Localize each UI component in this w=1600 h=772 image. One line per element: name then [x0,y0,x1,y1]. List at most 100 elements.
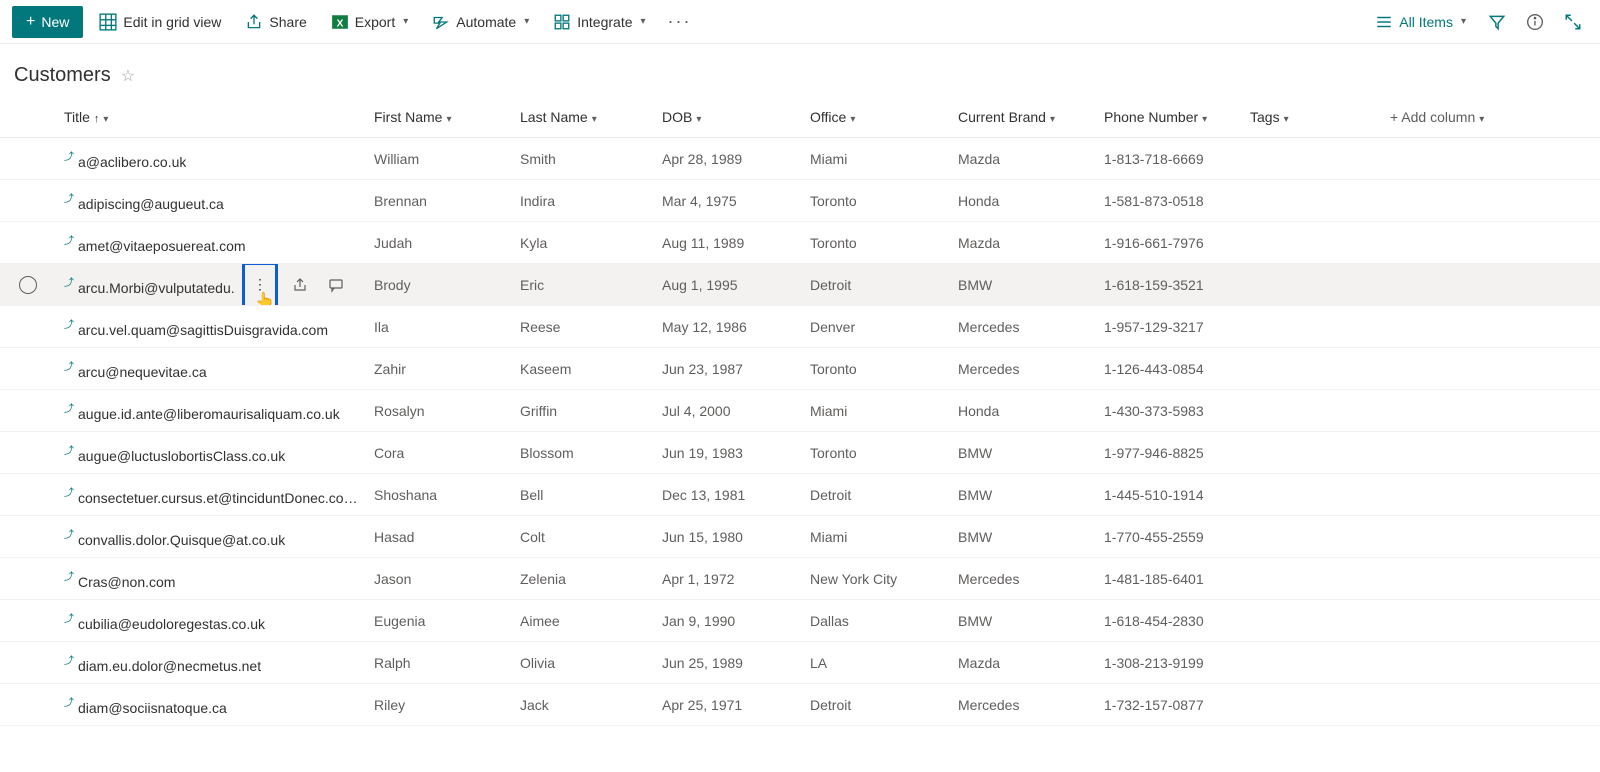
more-commands-button[interactable]: ··· [662,11,698,32]
column-header-brand[interactable]: Current Brand▾ [950,97,1096,138]
table-row[interactable]: ⤴arcu.Morbi@vulputatedu...⋮👆BrodyEricAug… [0,264,1600,306]
cell-dob: Apr 1, 1972 [654,558,802,600]
link-icon: ⤴ [64,148,74,163]
cell-dob: May 12, 1986 [654,306,802,348]
cell-title[interactable]: arcu@nequevitae.ca [78,364,207,380]
cell-title[interactable]: Cras@non.com [78,574,175,590]
column-header-last[interactable]: Last Name▾ [512,97,654,138]
cell-title[interactable]: amet@vitaeposuereat.com [78,238,246,254]
cell-title[interactable]: consectetuer.cursus.et@tinciduntDonec.co… [78,490,358,506]
cell-title[interactable]: arcu.vel.quam@sagittisDuisgravida.com [78,322,328,338]
table-row[interactable]: ⤴ arcu.vel.quam@sagittisDuisgravida.com Il… [0,306,1600,348]
row-select-radio[interactable] [19,276,37,294]
table-row[interactable]: ⤴Cras@non.comJasonZeleniaApr 1, 1972New … [0,558,1600,600]
cell-brand: Honda [950,390,1096,432]
info-button[interactable] [1520,9,1550,35]
cell-title[interactable]: augue.id.ante@liberomaurisaliquam.co.uk [78,406,340,422]
integrate-button[interactable]: Integrate ▾ [545,6,653,38]
cell-title[interactable]: adipiscing@augueut.ca [78,196,224,212]
table-row[interactable]: ⤴ consectetuer.cursus.et@tinciduntDonec.c… [0,474,1600,516]
edit-grid-button[interactable]: Edit in grid view [91,6,229,38]
column-header-tags[interactable]: Tags▾ [1242,97,1382,138]
cell-phone: 1-916-661-7976 [1096,222,1242,264]
cell-brand: BMW [950,264,1096,306]
cell-brand: BMW [950,474,1096,516]
column-header-phone[interactable]: Phone Number▾ [1096,97,1242,138]
table-row[interactable]: ⤴diam@sociisnatoque.caRileyJackApr 25, 1… [0,684,1600,726]
cell-last-name: Colt [512,516,654,558]
link-icon: ⤴ [64,316,74,331]
cell-title[interactable]: arcu.Morbi@vulputatedu... [78,280,242,296]
link-icon: ⤴ [64,484,74,499]
cell-phone: 1-481-185-6401 [1096,558,1242,600]
table-row[interactable]: ⤴convallis.dolor.Quisque@at.co.ukHasadCo… [0,516,1600,558]
table-row[interactable]: ⤴augue.id.ante@liberomaurisaliquam.co.uk… [0,390,1600,432]
cell-office: Detroit [802,474,950,516]
cell-dob: Jan 9, 1990 [654,600,802,642]
integrate-icon [553,13,571,31]
grid-icon [99,13,117,31]
cell-title[interactable]: convallis.dolor.Quisque@at.co.uk [78,532,285,548]
share-icon [245,13,263,31]
cell-first-name: Rosalyn [366,390,512,432]
link-icon: ⤴ [64,610,74,625]
cell-phone: 1-618-454-2830 [1096,600,1242,642]
automate-label: Automate [456,14,516,30]
table-row[interactable]: ⤴diam.eu.dolor@necmetus.netRalphOliviaJu… [0,642,1600,684]
expand-button[interactable] [1558,9,1588,35]
cell-first-name: Brennan [366,180,512,222]
filter-button[interactable] [1482,9,1512,35]
table-row[interactable]: ⤴adipiscing@augueut.caBrennanIndiraMar 4… [0,180,1600,222]
cell-phone: 1-957-129-3217 [1096,306,1242,348]
cell-title[interactable]: diam@sociisnatoque.ca [78,700,227,716]
export-button[interactable]: X Export ▾ [323,6,417,38]
row-more-button[interactable]: ⋮👆 [242,264,278,306]
cell-brand: Honda [950,180,1096,222]
share-button[interactable]: Share [237,6,314,38]
link-icon: ⤴ [64,274,74,289]
list-icon [1375,13,1393,31]
table-row[interactable]: ⤴arcu@nequevitae.caZahirKaseemJun 23, 19… [0,348,1600,390]
cell-last-name: Kaseem [512,348,654,390]
table-row[interactable]: ⤴a@aclibero.co.ukWilliamSmithApr 28, 198… [0,138,1600,180]
cell-title[interactable]: augue@luctuslobortisClass.co.uk [78,448,285,464]
column-headers: Title ↑▾ First Name▾ Last Name▾ DOB▾ Off… [0,97,1600,138]
cell-brand: Mercedes [950,558,1096,600]
cell-office: Toronto [802,432,950,474]
cell-last-name: Olivia [512,642,654,684]
new-button[interactable]: + New [12,6,83,38]
cell-office: New York City [802,558,950,600]
cell-office: Toronto [802,222,950,264]
row-comment-icon[interactable] [322,271,350,299]
cell-title[interactable]: a@aclibero.co.uk [78,154,186,170]
cell-dob: Jun 19, 1983 [654,432,802,474]
view-switcher[interactable]: All Items ▾ [1367,6,1474,38]
cell-title[interactable]: diam.eu.dolor@necmetus.net [78,658,261,674]
row-share-icon[interactable] [286,271,314,299]
cell-office: Detroit [802,684,950,726]
link-icon: ⤴ [64,526,74,541]
cell-phone: 1-308-213-9199 [1096,642,1242,684]
column-header-office[interactable]: Office▾ [802,97,950,138]
cell-brand: BMW [950,600,1096,642]
cell-first-name: Ila [366,306,512,348]
table-row[interactable]: ⤴cubilia@eudoloregestas.co.ukEugeniaAime… [0,600,1600,642]
share-label: Share [269,14,306,30]
cell-first-name: Brody [366,264,512,306]
table-row[interactable]: ⤴amet@vitaeposuereat.comJudahKylaAug 11,… [0,222,1600,264]
favorite-star-icon[interactable]: ☆ [121,66,135,86]
table-row[interactable]: ⤴augue@luctuslobortisClass.co.ukCoraBlos… [0,432,1600,474]
cell-title[interactable]: cubilia@eudoloregestas.co.uk [78,616,265,632]
cell-brand: BMW [950,432,1096,474]
column-header-title[interactable]: Title ↑▾ [56,97,366,138]
chevron-down-icon: ▾ [403,16,408,27]
cell-last-name: Smith [512,138,654,180]
cell-dob: Jun 15, 1980 [654,516,802,558]
add-column-button[interactable]: + Add column▾ [1382,97,1600,138]
column-header-dob[interactable]: DOB▾ [654,97,802,138]
column-header-first[interactable]: First Name▾ [366,97,512,138]
page-title: Customers [14,64,111,87]
automate-button[interactable]: Automate ▾ [424,6,537,38]
cell-last-name: Indira [512,180,654,222]
cell-last-name: Blossom [512,432,654,474]
